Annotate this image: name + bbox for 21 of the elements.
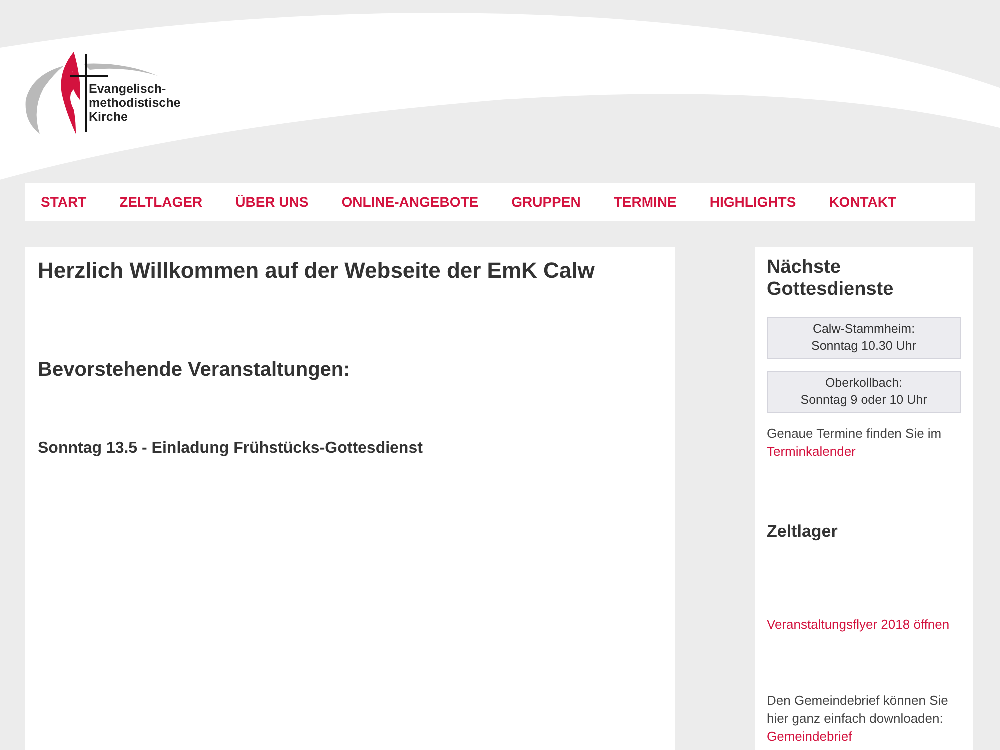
service-time-box: Oberkollbach: Sonntag 9 oder 10 Uhr: [767, 371, 961, 413]
section-heading: Bevorstehende Veranstaltungen:: [38, 358, 352, 383]
sidebar-heading: Nächste Gottesdienste: [767, 257, 895, 301]
nav-link[interactable]: TERMINE: [614, 192, 677, 212]
calendar-link[interactable]: Terminkalender: [767, 444, 856, 459]
flyer-link[interactable]: Veranstaltungsflyer 2018 öffnen: [767, 614, 961, 634]
nav-link[interactable]: ÜBER UNS: [236, 192, 309, 212]
nav-link[interactable]: HIGHLIGHTS: [710, 192, 796, 212]
nav-link[interactable]: ZELTLAGER: [120, 192, 203, 212]
calendar-note: Genaue Termine finden Sie im Terminkalender: [767, 425, 943, 461]
newsletter-note: Den Gemeindebrief können Sie hier ganz einfach downloaden: Gemeindebrief: [767, 692, 950, 746]
sidebar-heading: Zeltlager: [767, 521, 839, 543]
nav-link[interactable]: START: [41, 192, 87, 212]
nav-link[interactable]: GRUPPEN: [512, 192, 581, 212]
page-title: Herzlich Willkommen auf der Webseite der EmK Calw: [38, 257, 596, 285]
nav-link[interactable]: ONLINE-ANGEBOTE: [342, 192, 479, 212]
logo-text: Evangelisch- methodistische Kirche: [89, 82, 182, 124]
newsletter-link[interactable]: Gemeindebrief: [767, 729, 852, 744]
nav-link[interactable]: KONTAKT: [829, 192, 897, 212]
service-time-box: Calw-Stammheim: Sonntag 10.30 Uhr: [767, 317, 961, 359]
event-heading: Sonntag 13.5 - Einladung Frühstücks-Gottesdienst: [38, 439, 424, 459]
